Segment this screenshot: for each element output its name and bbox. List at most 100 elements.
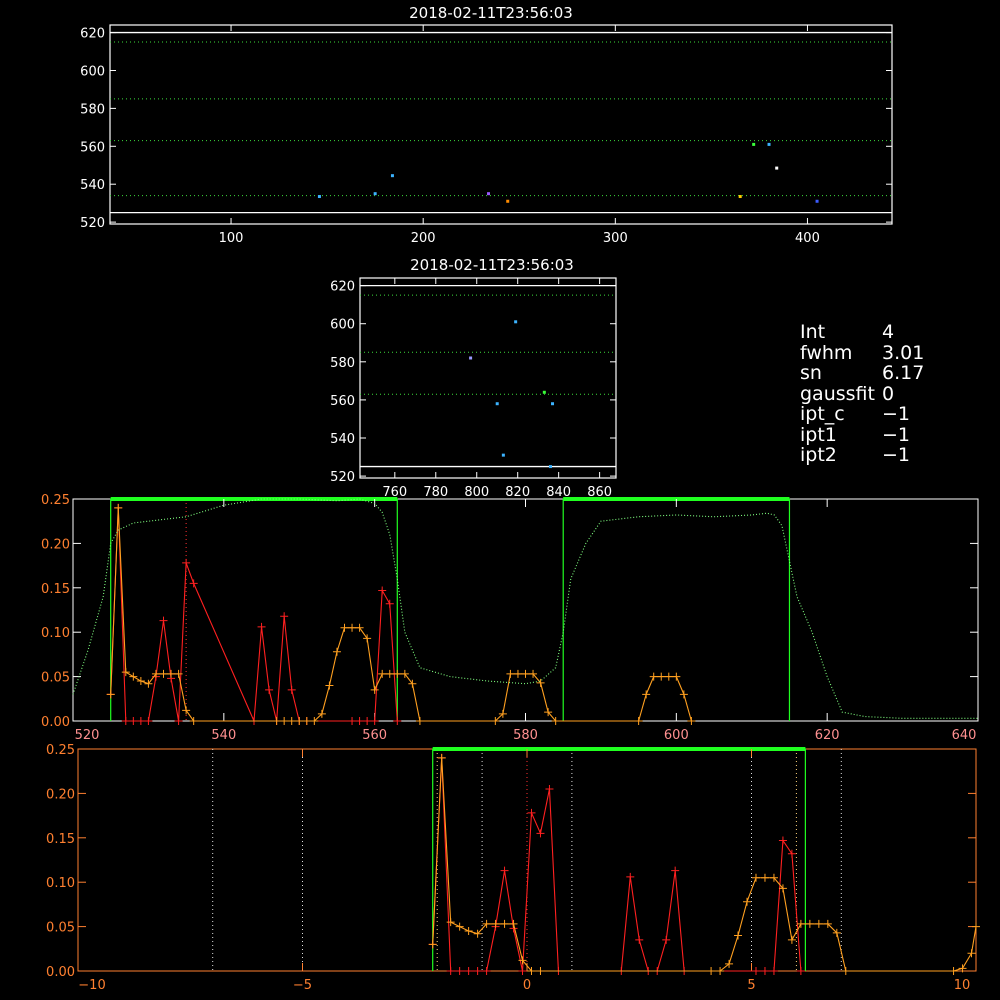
panel-zoom-image-y-tick-label: 520 [330,470,355,485]
velocity-chart-series-1-marker [734,931,743,940]
panel-full-image-point [738,195,742,199]
info-value: 3.01 [882,341,925,364]
velocity-chart-series-0-line [432,757,802,972]
spectrum-chart-x-tick-label: 580 [513,728,538,743]
panel-full-image-title: 2018-02-11T23:56:03 [409,4,573,22]
velocity-chart-series-0-marker [769,967,778,975]
info-label: ipt_c [800,403,845,425]
velocity-chart-y-tick-label: 0.25 [46,743,75,758]
info-label: fwhm [800,341,853,364]
spectrum-chart-series-1-marker [649,672,658,681]
panel-zoom-image-point [542,390,546,394]
panel-zoom-image-y-tick-label: 560 [330,394,355,409]
spectrum-chart-series-0-marker [257,622,266,631]
velocity-chart-series-0-marker [482,967,491,975]
spectrum-chart-series-0-line [110,507,398,722]
info-value: −1 [882,444,911,466]
spectrum-chart-series-1-marker [687,717,696,725]
spectrum-chart-series-0-marker [385,599,394,608]
velocity-chart-series-1-marker [805,919,814,928]
info-row: Int 4 [800,322,924,343]
velocity-chart-series-0-marker [473,967,482,975]
panel-zoom-image-point [551,402,555,406]
panel-full-image-point [390,174,394,178]
spectrum-chart-x-tick-label: 560 [362,728,387,743]
panel-zoom-image-point [514,320,518,324]
spectrum-chart-series-0-marker [355,717,364,725]
panel-zoom-image-y-tick-label: 540 [330,432,355,447]
spectrum-chart-series-0-marker [189,579,198,588]
spectrum-chart-series-1-marker [121,668,130,677]
info-value: −1 [882,423,911,446]
velocity-chart-series-0-marker [626,872,635,881]
spectrum-chart-series-1-marker [295,717,304,725]
spectrum-chart-series-0-marker [265,685,274,694]
spectrum-chart-series-1-marker [385,669,394,678]
info-row: ipt_c −1 [800,404,924,425]
spectrum-chart-series-0-marker [174,717,183,725]
velocity-chart-series-0-marker [778,836,787,845]
velocity-chart-series-1-marker [796,919,805,928]
plot-canvas: 2018-02-11T23:56:03 100 200 300 40052054056… [41,4,980,993]
panel-zoom-image-y-tick-label: 580 [330,356,355,371]
velocity-chart-series-1-marker [536,967,545,975]
info-row: ipt1 −1 [800,423,924,446]
spectrum-chart-series-1-marker [634,717,643,725]
panel-full-image-x-tick-label: 300 [603,231,628,246]
info-value: 4 [882,321,895,343]
spectrum-chart-series-1-marker [679,690,688,699]
spectrum-chart-series-1-marker [378,669,387,678]
info-row: sn 6.17 [800,363,924,384]
spectrum-chart-series-1-marker [340,623,349,632]
velocity-chart-series-1-marker [509,919,518,928]
velocity-chart-series-1-marker [455,922,464,931]
spectrum-chart-series-0-marker [393,717,402,725]
spectrum-chart-series-1-marker [325,681,334,690]
spectrum-chart-series-0-marker [378,586,387,595]
panel-full-image-y-tick-label: 560 [80,140,105,155]
velocity-chart-series-0-marker [545,784,554,793]
spectrum-chart-series-0-marker [159,616,168,625]
spectrum-chart-y-tick-label: 0.05 [41,671,70,686]
panel-zoom-image-title: 2018-02-11T23:56:03 [410,256,574,274]
spectrum-chart-series-2-line [72,498,978,719]
velocity-chart-series-1-marker [787,935,796,944]
spectrum-chart-series-0-marker [370,717,379,725]
panel-full-image-y-tick-label: 520 [80,216,105,231]
info-value: 0 [882,382,895,405]
velocity-chart-x-tick-label: −5 [293,978,312,993]
panel-full-image-point [506,199,510,203]
velocity-chart-series-1-line [432,757,977,972]
spectrum-chart-window-box [562,498,791,721]
info-label: ipt2 [800,444,837,466]
panel-zoom-image-y-tick-label: 620 [330,280,355,295]
panel-full-image-y-tick-label: 600 [80,64,105,79]
panel-zoom-image-point [548,465,552,469]
panel-zoom-image-point [469,356,473,360]
velocity-chart-series-0-marker [500,866,509,875]
spectrum-chart-series-1-marker [355,623,364,632]
info-value: 6.17 [882,362,925,384]
spectrum-chart-series-1-marker [106,690,115,699]
velocity-chart-series-0-marker [635,935,644,944]
info-row: gaussfit 0 [800,382,924,405]
panel-full-image-y-tick-label: 580 [80,102,105,117]
panel-zoom-image-point [501,453,505,457]
velocity-chart: −10 −5 0 5 10 0.00 0.05 0.10 0.15 0.20 0.25 [46,743,980,993]
spectrum-chart-series-1-marker [672,672,681,681]
spectrum-chart-series-1-marker [370,685,379,694]
velocity-chart-y-tick-label: 0.00 [46,965,75,980]
fit-info-panel: Int 4 fwhm 3.01 sn 6.17 gaussfit 0 ipt_c −1 ipt1 −1… [800,322,924,466]
velocity-chart-series-1-marker [760,873,769,882]
spectrum-chart-series-1-marker [272,717,281,725]
spectrum-chart-series-1-marker [189,717,198,725]
panel-zoom-image-plot: 760 780 800 820 840 860520540560580600620 [330,277,617,500]
spectrum-chart-series-0-marker [121,717,130,725]
spectrum-chart-series-1-marker [513,669,522,678]
spectrum-chart-y-tick-label: 0.25 [41,493,70,508]
panel-zoom-image-frame [359,277,617,479]
panel-full-image-x-tick-label: 200 [411,231,436,246]
spectrum-chart-y-tick-label: 0.20 [41,537,70,552]
panel-zoom-image-point [495,402,499,406]
velocity-chart-series-1-marker [751,873,760,882]
